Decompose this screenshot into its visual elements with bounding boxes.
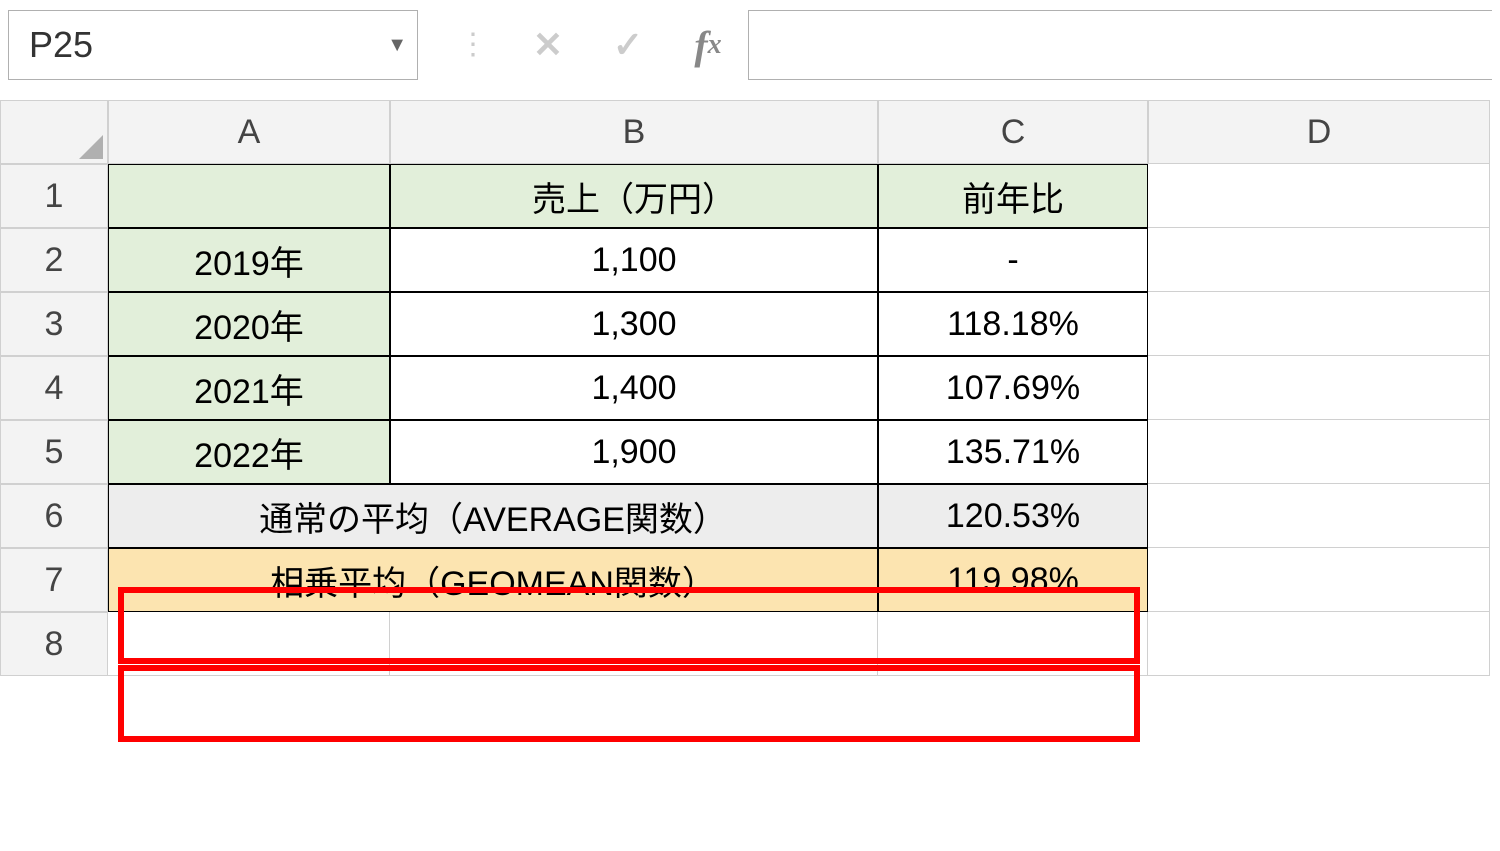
cell-A4[interactable]: 2021年 xyxy=(108,356,390,420)
name-box-value: P25 xyxy=(29,24,93,66)
highlight-row7 xyxy=(118,665,1140,742)
cell-C6[interactable]: 120.53% xyxy=(878,484,1148,548)
cell-D2[interactable] xyxy=(1148,228,1490,292)
row-header-8[interactable]: 8 xyxy=(0,612,108,676)
cell-D1[interactable] xyxy=(1148,164,1490,228)
cell-B5[interactable]: 1,900 xyxy=(390,420,878,484)
cell-A6B6-merged[interactable]: 通常の平均（AVERAGE関数） xyxy=(108,484,878,548)
col-header-C[interactable]: C xyxy=(878,100,1148,164)
cell-A7B7-merged[interactable]: 相乗平均（GEOMEAN関数） xyxy=(108,548,878,612)
row-header-6[interactable]: 6 xyxy=(0,484,108,548)
cell-C8[interactable] xyxy=(878,612,1148,676)
cell-D4[interactable] xyxy=(1148,356,1490,420)
row-header-7[interactable]: 7 xyxy=(0,548,108,612)
dropdown-icon[interactable]: ▼ xyxy=(387,34,407,57)
cell-C4[interactable]: 107.69% xyxy=(878,356,1148,420)
cell-D8[interactable] xyxy=(1148,612,1490,676)
row-header-3[interactable]: 3 xyxy=(0,292,108,356)
cell-B2[interactable]: 1,100 xyxy=(390,228,878,292)
cell-B4[interactable]: 1,400 xyxy=(390,356,878,420)
cell-D3[interactable] xyxy=(1148,292,1490,356)
col-header-D[interactable]: D xyxy=(1148,100,1490,164)
name-box[interactable]: P25 ▼ xyxy=(8,10,418,80)
cell-C3[interactable]: 118.18% xyxy=(878,292,1148,356)
cell-A1[interactable] xyxy=(108,164,390,228)
cell-C2[interactable]: - xyxy=(878,228,1148,292)
separator-icon: ⋮ xyxy=(458,33,488,57)
cell-C1[interactable]: 前年比 xyxy=(878,164,1148,228)
select-all-corner[interactable] xyxy=(0,100,108,164)
cancel-icon[interactable]: ✕ xyxy=(528,25,568,65)
fx-icon[interactable]: fx xyxy=(688,25,728,65)
formula-input[interactable] xyxy=(748,10,1492,80)
row-header-2[interactable]: 2 xyxy=(0,228,108,292)
cell-A8[interactable] xyxy=(108,612,390,676)
cell-B3[interactable]: 1,300 xyxy=(390,292,878,356)
formula-bar: P25 ▼ ⋮ ✕ ✓ fx xyxy=(0,0,1500,100)
cell-A3[interactable]: 2020年 xyxy=(108,292,390,356)
row-header-1[interactable]: 1 xyxy=(0,164,108,228)
col-header-A[interactable]: A xyxy=(108,100,390,164)
enter-icon[interactable]: ✓ xyxy=(608,25,648,65)
cell-D5[interactable] xyxy=(1148,420,1490,484)
cell-D7[interactable] xyxy=(1148,548,1490,612)
row-header-5[interactable]: 5 xyxy=(0,420,108,484)
spreadsheet-grid[interactable]: A B C D 1 売上（万円） 前年比 2 2019年 1,100 - 3 2… xyxy=(0,100,1500,676)
cell-C5[interactable]: 135.71% xyxy=(878,420,1148,484)
spreadsheet-area: A B C D 1 売上（万円） 前年比 2 2019年 1,100 - 3 2… xyxy=(0,100,1500,676)
cell-D6[interactable] xyxy=(1148,484,1490,548)
cell-B8[interactable] xyxy=(390,612,878,676)
formula-bar-buttons: ⋮ ✕ ✓ fx xyxy=(458,25,728,65)
row-header-4[interactable]: 4 xyxy=(0,356,108,420)
cell-C7[interactable]: 119.98% xyxy=(878,548,1148,612)
cell-A5[interactable]: 2022年 xyxy=(108,420,390,484)
cell-B1[interactable]: 売上（万円） xyxy=(390,164,878,228)
cell-A2[interactable]: 2019年 xyxy=(108,228,390,292)
col-header-B[interactable]: B xyxy=(390,100,878,164)
